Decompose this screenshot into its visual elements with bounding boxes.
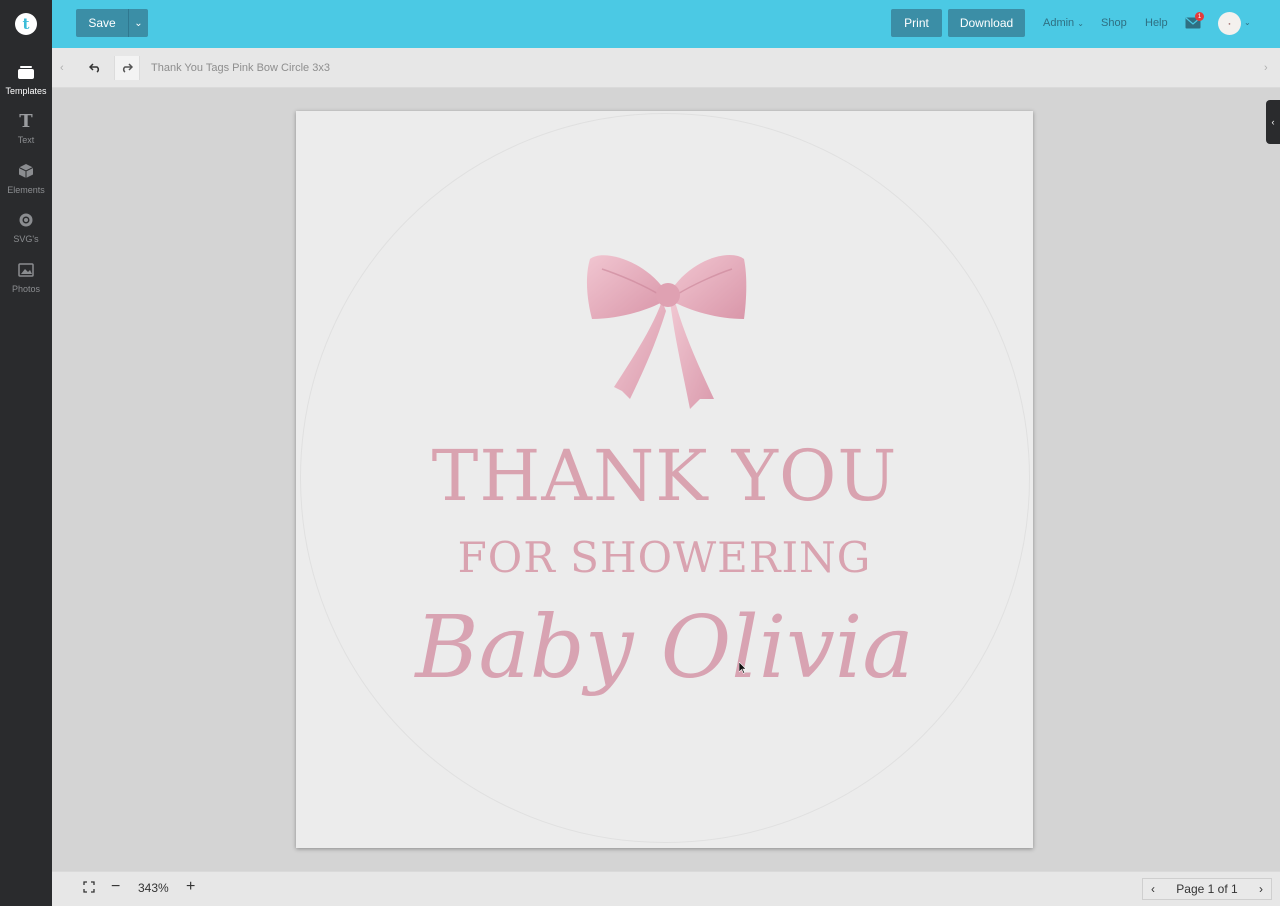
zoom-in-icon[interactable]: + [186,878,195,896]
zoom-out-icon[interactable]: − [111,878,120,896]
thank-you-heading[interactable]: THANK YOU [296,441,1033,511]
print-button[interactable]: Print [891,9,942,37]
chevron-down-icon[interactable]: ⌄ [1244,18,1251,27]
left-sidebar: t Templates T Text Elements SVG's Photos [0,0,52,906]
mouse-cursor-icon [739,662,747,674]
canvas-area: ‹ THANK YOU FOR SHOWERING Baby Olivia [52,88,1280,871]
admin-menu[interactable]: Admin ⌄ [1043,17,1084,29]
admin-label: Admin [1043,17,1075,29]
page-indicator: Page 1 of 1 [1176,882,1238,896]
top-bar: Save ⌄ Print Download Admin ⌄ Shop Help … [52,0,1280,48]
sidebar-item-label: Photos [11,284,41,294]
bottom-bar: − 343% + ‹ Page 1 of 1 › [52,871,1280,906]
help-link[interactable]: Help [1145,17,1168,29]
sidebar-item-label: SVG's [13,234,39,244]
save-button-group: Save ⌄ [76,9,148,37]
sidebar-item-label: Elements [7,185,45,195]
notification-badge: 1 [1195,12,1204,21]
for-showering-subheading[interactable]: FOR SHOWERING [296,537,1033,579]
chevron-right-icon[interactable]: › [1259,882,1263,896]
photos-icon [0,260,52,280]
design-page[interactable]: THANK YOU FOR SHOWERING Baby Olivia [296,111,1033,848]
chevron-down-icon: ⌄ [1077,19,1084,28]
panel-toggle-chevron-left-icon[interactable]: ‹ [1266,100,1280,144]
save-button[interactable]: Save [76,9,128,37]
sidebar-item-elements[interactable]: Elements [0,161,52,195]
sidebar-item-label: Templates [5,86,47,96]
shop-link[interactable]: Shop [1101,17,1127,29]
save-options-chevron-down-icon[interactable]: ⌄ [128,9,148,37]
mail-icon[interactable]: 1 [1185,12,1204,32]
chevron-left-icon[interactable]: ‹ [60,62,64,74]
elements-icon [0,161,52,181]
logo-area: t [0,0,52,48]
avatar[interactable]: ● [1218,12,1241,35]
document-title: Thank You Tags Pink Bow Circle 3x3 [151,62,330,74]
sidebar-item-svgs[interactable]: SVG's [0,210,52,244]
pink-bow-image[interactable] [582,249,752,431]
download-button[interactable]: Download [948,9,1025,37]
app-logo[interactable]: t [15,13,37,35]
baby-name-script[interactable]: Baby Olivia [296,605,1033,691]
chevron-right-icon[interactable]: › [1264,62,1268,74]
undo-icon[interactable] [82,56,108,80]
editor-toolbar: ‹ Thank You Tags Pink Bow Circle 3x3 › [52,48,1280,88]
sidebar-item-templates[interactable]: Templates [0,62,52,96]
sidebar-item-label: Text [17,135,35,145]
chevron-left-icon[interactable]: ‹ [1151,882,1155,896]
sidebar-item-text[interactable]: T Text [0,110,52,146]
zoom-level: 343% [138,881,169,895]
templates-icon [0,62,52,82]
sidebar-item-photos[interactable]: Photos [0,260,52,294]
text-icon: T [19,110,33,132]
page-navigator: ‹ Page 1 of 1 › [1142,878,1272,900]
redo-icon[interactable] [114,56,140,80]
svg-icon [0,210,52,230]
logo-letter: t [22,14,30,33]
fullscreen-icon[interactable] [83,881,95,896]
